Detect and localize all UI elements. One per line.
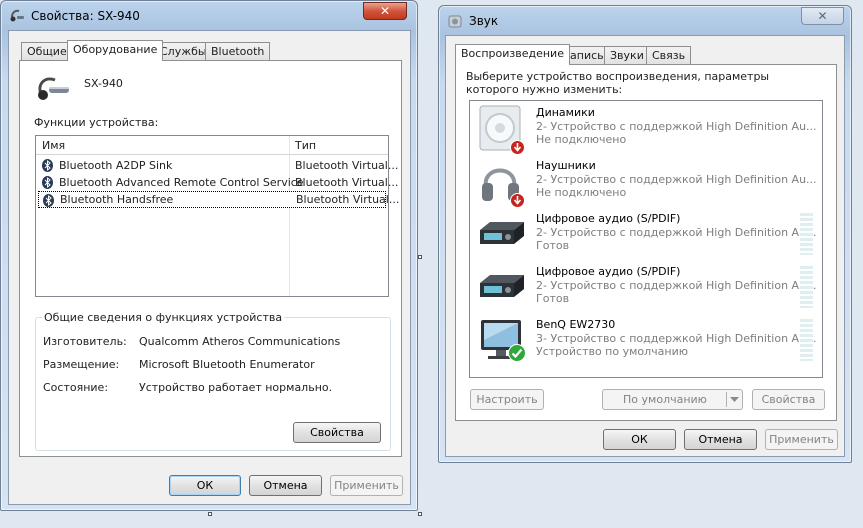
device-status: Готов <box>536 239 570 252</box>
ok-button[interactable]: ОК <box>169 475 241 496</box>
device-functions-list[interactable]: Имя Тип Bluetooth A2DP Sink Bluetooth Vi… <box>35 135 399 297</box>
table-row[interactable]: Bluetooth Advanced Remote Control Servic… <box>38 174 398 191</box>
device-properties-window: Свойства: SX-940 ✕ Общие Оборудование Сл… <box>0 0 418 511</box>
tab-playback[interactable]: Воспроизведение <box>455 44 570 65</box>
close-button[interactable]: ✕ <box>801 7 844 25</box>
window-title: Свойства: SX-940 <box>31 9 140 23</box>
cancel-button[interactable]: Отмена <box>684 429 757 450</box>
device-description: 2- Устройство с поддержкой High Definiti… <box>536 120 817 133</box>
function-properties-button[interactable]: Свойства <box>293 422 381 443</box>
instruction-text: Выберите устройство воспроизведения, пар… <box>466 70 770 96</box>
device-status: Не подключено <box>536 133 627 146</box>
playback-device-list[interactable]: Динамики 2- Устройство с поддержкой High… <box>469 100 823 378</box>
configure-button[interactable]: Настроить <box>470 389 544 410</box>
device-description: 2- Устройство с поддержкой High Definiti… <box>536 173 817 186</box>
tab-sounds[interactable]: Звуки <box>604 46 650 65</box>
tab-hardware[interactable]: Оборудование <box>67 40 164 61</box>
column-header-name[interactable]: Имя <box>42 139 65 152</box>
close-icon: ✕ <box>379 4 391 18</box>
location-label: Размещение: <box>43 358 120 371</box>
ok-button[interactable]: ОК <box>603 429 676 450</box>
bluetooth-icon <box>42 159 53 172</box>
functions-label: Функции устройства: <box>34 116 159 129</box>
default-check-badge-icon <box>508 344 526 362</box>
list-item[interactable]: Динамики 2- Устройство с поддержкой High… <box>470 104 822 157</box>
device-properties-button[interactable]: Свойства <box>752 389 825 410</box>
title-bar[interactable]: Звук ✕ <box>439 6 851 36</box>
list-header: Имя Тип <box>36 136 388 155</box>
list-item[interactable]: Наушники 2- Устройство с поддержкой High… <box>470 157 822 210</box>
device-description: 2- Устройство с поддержкой High Definiti… <box>536 279 817 292</box>
manufacturer-value: Qualcomm Atheros Communications <box>139 335 341 348</box>
cancel-button[interactable]: Отмена <box>249 475 322 496</box>
tab-general[interactable]: Общие <box>21 42 73 61</box>
tab-communications[interactable]: Связь <box>646 46 692 65</box>
list-item[interactable]: Цифровое аудио (S/PDIF) 2- Устройство с … <box>470 210 822 263</box>
device-description: 2- Устройство с поддержкой High Definiti… <box>536 226 817 239</box>
tab-bluetooth[interactable]: Bluetooth <box>205 42 271 61</box>
table-row-selected[interactable]: Bluetooth Handsfree Bluetooth Virtual... <box>38 191 399 208</box>
close-button[interactable]: ✕ <box>363 2 407 20</box>
device-status: Устройство по умолчанию <box>536 345 689 358</box>
device-status: Не подключено <box>536 186 627 199</box>
row-name: Bluetooth A2DP Sink <box>59 159 173 172</box>
headset-device-icon <box>38 77 69 100</box>
dialog-client-area: Общие Оборудование Службы Bluetooth SX-9… <box>8 30 411 505</box>
location-value: Microsoft Bluetooth Enumerator <box>139 358 315 371</box>
volume-meter <box>800 213 813 255</box>
bluetooth-icon <box>43 194 54 207</box>
device-name: Цифровое аудио (S/PDIF) <box>536 265 681 278</box>
sound-window: Звук ✕ Воспроизведение Запись Звуки Связ… <box>438 5 852 463</box>
dropdown-divider <box>726 392 727 407</box>
row-type: Bluetooth Virtual... <box>296 193 400 206</box>
apply-button[interactable]: Применить <box>765 429 838 450</box>
disconnected-badge-icon <box>510 193 525 208</box>
device-name: Цифровое аудио (S/PDIF) <box>536 212 681 225</box>
hardware-tab-panel: SX-940 Функции устройства: Имя Тип Bluet… <box>19 60 402 457</box>
window-title: Звук <box>469 14 499 28</box>
playback-tab-panel: Выберите устройство воспроизведения, пар… <box>455 64 837 421</box>
list-item[interactable]: Цифровое аудио (S/PDIF) 2- Устройство с … <box>470 263 822 316</box>
resize-handle[interactable] <box>418 255 422 259</box>
close-icon: ✕ <box>817 9 828 23</box>
device-status: Готов <box>536 292 570 305</box>
bluetooth-icon <box>42 176 53 189</box>
set-default-button[interactable]: По умолчанию <box>602 389 743 410</box>
volume-meter <box>800 319 813 361</box>
digital-audio-icon <box>480 222 524 244</box>
status-label: Состояние: <box>43 381 109 394</box>
table-row[interactable]: Bluetooth A2DP Sink Bluetooth Virtual... <box>38 157 398 174</box>
column-divider[interactable] <box>289 136 290 154</box>
group-label: Общие сведения о функциях устройства <box>42 311 285 324</box>
disconnected-badge-icon <box>510 140 525 155</box>
dialog-client-area: Воспроизведение Запись Звуки Связь Выбер… <box>445 35 845 457</box>
digital-audio-icon <box>480 275 524 297</box>
column-header-type[interactable]: Тип <box>295 139 316 152</box>
device-name: SX-940 <box>84 77 123 90</box>
resize-handle[interactable] <box>208 512 212 516</box>
device-name: Динамики <box>536 106 595 119</box>
row-name: Bluetooth Handsfree <box>60 193 174 206</box>
device-name: Наушники <box>536 159 596 172</box>
row-type: Bluetooth Virtual... <box>295 159 399 172</box>
apply-button[interactable]: Применить <box>330 475 403 496</box>
list-item[interactable]: BenQ EW2730 3- Устройство с поддержкой H… <box>470 316 822 369</box>
volume-meter <box>800 266 813 308</box>
manufacturer-label: Изготовитель: <box>43 335 127 348</box>
set-default-label: По умолчанию <box>623 393 707 406</box>
device-name: BenQ EW2730 <box>536 318 616 331</box>
bluetooth-headset-icon <box>10 9 24 22</box>
speaker-icon <box>448 15 462 28</box>
title-bar[interactable]: Свойства: SX-940 ✕ <box>1 1 417 31</box>
status-value: Устройство работает нормально. <box>139 381 333 394</box>
chevron-down-icon[interactable] <box>730 397 739 403</box>
device-description: 3- Устройство с поддержкой High Definiti… <box>536 332 817 345</box>
row-type: Bluetooth Virtual... <box>295 176 399 189</box>
resize-handle[interactable] <box>418 512 422 516</box>
row-name: Bluetooth Advanced Remote Control Servic… <box>59 176 304 189</box>
function-summary-group: Общие сведения о функциях устройства Изг… <box>35 311 391 451</box>
